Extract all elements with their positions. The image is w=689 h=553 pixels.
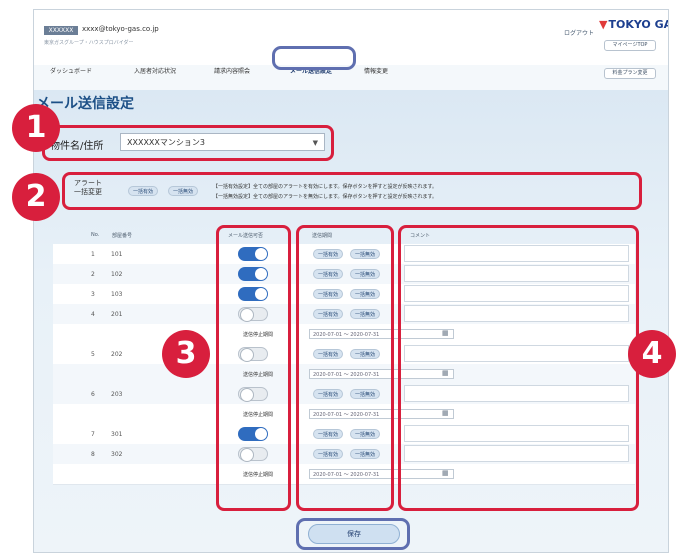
nav-billing[interactable]: 請求内容照会 — [214, 66, 250, 75]
callout-badge-4: 4 — [628, 330, 676, 378]
row-number: 4 — [91, 311, 95, 318]
callout-frame-period — [296, 225, 394, 511]
room-number: 202 — [111, 351, 123, 358]
row-number: 3 — [91, 291, 95, 298]
row-number: 7 — [91, 431, 95, 438]
row-number: 1 — [91, 251, 95, 258]
room-number: 302 — [111, 451, 123, 458]
callout-frame-1 — [42, 125, 334, 161]
callout-badge-2: 2 — [12, 173, 60, 221]
callout-frame-2 — [62, 172, 642, 210]
room-number: 203 — [111, 391, 123, 398]
row-number: 5 — [91, 351, 95, 358]
room-number: 301 — [111, 431, 123, 438]
flame-icon: ▼ — [599, 18, 608, 31]
active-nav-highlight — [272, 46, 356, 70]
callout-badge-1: 1 — [12, 104, 60, 152]
row-number: 8 — [91, 451, 95, 458]
callout-frame-3 — [216, 225, 291, 511]
save-button-highlight — [296, 518, 410, 550]
callout-frame-4 — [398, 225, 639, 511]
user-company: 東京ガスグループ・ハウスプロバイダー — [44, 40, 134, 46]
callout-badge-3: 3 — [162, 330, 210, 378]
user-email: xxxx@tokyo-gas.co.jp — [82, 25, 159, 33]
tokyo-gas-logo: ▼TOKYO GAS — [599, 18, 668, 31]
logout-link[interactable]: ログアウト — [564, 28, 594, 37]
col-no: No. — [91, 232, 100, 238]
nav-tenant-status[interactable]: 入居者対応状況 — [134, 66, 176, 75]
room-number: 101 — [111, 251, 123, 258]
room-number: 102 — [111, 271, 123, 278]
nav-info-change[interactable]: 情報変更 — [364, 66, 388, 75]
mypage-button[interactable]: マイページTOP — [604, 40, 656, 51]
logo-text: TOKYO GAS — [608, 18, 668, 31]
user-badge: XXXXXX — [44, 26, 78, 35]
row-number: 6 — [91, 391, 95, 398]
room-number: 201 — [111, 311, 123, 318]
col-room: 部屋番号 — [112, 233, 133, 239]
row-number: 2 — [91, 271, 95, 278]
nav-dashboard[interactable]: ダッシュボード — [50, 66, 92, 75]
room-number: 103 — [111, 291, 123, 298]
